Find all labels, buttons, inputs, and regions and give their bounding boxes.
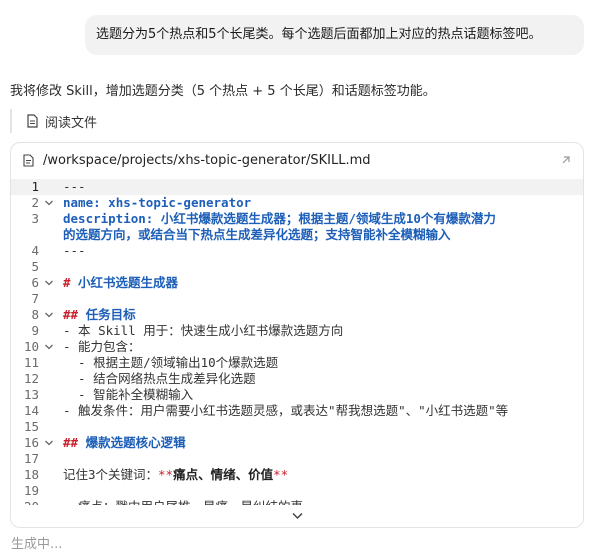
code-token: 爆款选题核心逻辑 xyxy=(78,435,186,450)
line-number: 12 xyxy=(23,371,39,386)
line-number: 1 xyxy=(31,179,39,194)
file-header: /workspace/projects/xhs-topic-generator/… xyxy=(11,143,583,177)
code-line: 5 xyxy=(11,259,583,275)
code-line: 的选题方向，或结合当下热点生成差异化选题；支持智能补全模糊输入 xyxy=(11,227,583,243)
code-line: 16 ## 爆款选题核心逻辑 xyxy=(11,435,583,451)
code-token: 小红书爆款选题生成器；根据主题/领域生成10个有爆款潜力 xyxy=(153,211,496,226)
line-number: 16 xyxy=(23,435,39,450)
code-token: 记住3个关键词： xyxy=(63,467,159,482)
file-path: /workspace/projects/xhs-topic-generator/… xyxy=(43,152,371,168)
code-text: # 小红书选题生成器 xyxy=(63,275,178,291)
line-number: 6 xyxy=(31,275,39,290)
line-number: 9 xyxy=(31,323,39,338)
code-line: 19 xyxy=(11,483,583,499)
code-text: - 结合网络热点生成差异化选题 xyxy=(63,371,256,387)
code-token: ## xyxy=(63,307,79,322)
line-number: 17 xyxy=(23,451,39,466)
line-number: 18 xyxy=(23,467,39,482)
code-line: 18 记住3个关键词：**痛点、情绪、价值** xyxy=(11,467,583,483)
code-text: - 触发条件：用户需要小红书选题灵感，或表达"帮我想选题"、"小红书选题"等 xyxy=(63,403,508,419)
collapse-button[interactable] xyxy=(11,505,583,527)
code-line: 11 - 根据主题/领域输出10个爆款选题 xyxy=(11,355,583,371)
code-text: 记住3个关键词：**痛点、情绪、价值** xyxy=(63,467,288,483)
code-token: ** xyxy=(273,467,289,482)
code-text: - 根据主题/领域输出10个爆款选题 xyxy=(63,355,278,371)
line-number: 8 xyxy=(31,307,39,322)
code-line: 4 --- xyxy=(11,243,583,259)
code-line: 13 - 智能补全模糊输入 xyxy=(11,387,583,403)
file-icon xyxy=(23,153,34,167)
code-token: 小红书选题生成器 xyxy=(70,275,179,290)
open-external-icon[interactable] xyxy=(559,153,573,167)
line-number: 2 xyxy=(31,195,39,210)
line-number: 15 xyxy=(23,419,39,434)
code-text: description: 小红书爆款选题生成器；根据主题/领域生成10个有爆款潜… xyxy=(63,211,496,227)
document-icon xyxy=(27,114,38,128)
code-text: - 智能补全模糊输入 xyxy=(63,387,193,403)
line-number: 3 xyxy=(31,211,39,226)
tool-call-read-file[interactable]: 阅读文件 xyxy=(10,109,97,133)
code-line: 2 name: xhs-topic-generator xyxy=(11,195,583,211)
code-token: - 根据主题/领域输出10个爆款选题 xyxy=(63,355,279,370)
code-token: - 触发条件：用户需要小红书选题灵感，或表达"帮我想选题"、"小红书选题"等 xyxy=(63,403,509,418)
code-text: - 能力包含： xyxy=(63,339,141,355)
user-message-bubble: 选题分为5个热点和5个长尾类。每个选题后面都加上对应的热点话题标签吧。 xyxy=(85,15,584,55)
code-token: xhs-topic-generator xyxy=(100,195,252,210)
code-line: 14 - 触发条件：用户需要小红书选题灵感，或表达"帮我想选题"、"小红书选题"等 xyxy=(11,403,583,419)
line-number: 11 xyxy=(23,355,39,370)
line-number: 5 xyxy=(31,259,39,274)
code-text: 的选题方向，或结合当下热点生成差异化选题；支持智能补全模糊输入 xyxy=(63,227,451,243)
code-token: - 本 Skill 用于：快速生成小红书爆款选题方向 xyxy=(63,323,344,338)
fold-chevron-icon[interactable] xyxy=(44,278,54,288)
line-number: 13 xyxy=(23,387,39,402)
fold-chevron-icon[interactable] xyxy=(44,310,54,320)
user-message-text: 选题分为5个热点和5个长尾类。每个选题后面都加上对应的热点话题标签吧。 xyxy=(96,27,542,42)
code-line: 15 xyxy=(11,419,583,435)
code-text: --- xyxy=(63,243,86,259)
code-text: ## 任务目标 xyxy=(63,307,136,323)
code-line: 3 description: 小红书爆款选题生成器；根据主题/领域生成10个有爆款… xyxy=(11,211,583,227)
code-view[interactable]: 1 --- 2 name: xhs-topic-generator 3 descripti… xyxy=(11,177,583,507)
code-line: 12 - 结合网络热点生成差异化选题 xyxy=(11,371,583,387)
code-token: - 智能补全模糊输入 xyxy=(63,387,194,402)
code-line: 1 --- xyxy=(11,179,583,195)
file-preview-card: /workspace/projects/xhs-topic-generator/… xyxy=(10,142,584,528)
code-token: - 能力包含： xyxy=(63,339,141,354)
code-text: name: xhs-topic-generator xyxy=(63,195,251,211)
code-token: --- xyxy=(63,179,86,194)
code-token: --- xyxy=(63,243,86,258)
assistant-message: 我将修改 Skill，增加选题分类（5 个热点 + 5 个长尾）和话题标签功能。 xyxy=(10,84,436,99)
code-token: description: xyxy=(63,211,154,226)
line-number: 4 xyxy=(31,243,39,258)
code-text: --- xyxy=(63,179,86,195)
tool-call-label: 阅读文件 xyxy=(45,115,98,131)
code-line: 9 - 本 Skill 用于：快速生成小红书爆款选题方向 xyxy=(11,323,583,339)
code-token: ** xyxy=(158,467,174,482)
line-number: 7 xyxy=(31,291,39,306)
fold-chevron-icon[interactable] xyxy=(44,198,54,208)
code-text: ## 爆款选题核心逻辑 xyxy=(63,435,186,451)
fold-chevron-icon[interactable] xyxy=(44,342,54,352)
code-token: # xyxy=(63,275,71,290)
fold-chevron-icon[interactable] xyxy=(44,438,54,448)
code-line: 7 xyxy=(11,291,583,307)
code-token: name: xyxy=(63,195,101,210)
chevron-down-icon xyxy=(291,512,303,520)
code-token: 痛点、情绪、价值 xyxy=(173,467,274,482)
code-token: 任务目标 xyxy=(78,307,136,322)
line-number: 10 xyxy=(23,339,39,354)
code-text: - 本 Skill 用于：快速生成小红书爆款选题方向 xyxy=(63,323,343,339)
code-line: 8 ## 任务目标 xyxy=(11,307,583,323)
code-token: ## xyxy=(63,435,79,450)
line-number: 19 xyxy=(23,483,39,498)
code-token: - 结合网络热点生成差异化选题 xyxy=(63,371,256,386)
line-number: 14 xyxy=(23,403,39,418)
code-token: 的选题方向，或结合当下热点生成差异化选题；支持智能补全模糊输入 xyxy=(63,227,451,242)
code-line: 6 # 小红书选题生成器 xyxy=(11,275,583,291)
status-text: 生成中... xyxy=(11,537,63,552)
code-line: 10 - 能力包含： xyxy=(11,339,583,355)
code-line: 17 xyxy=(11,451,583,467)
